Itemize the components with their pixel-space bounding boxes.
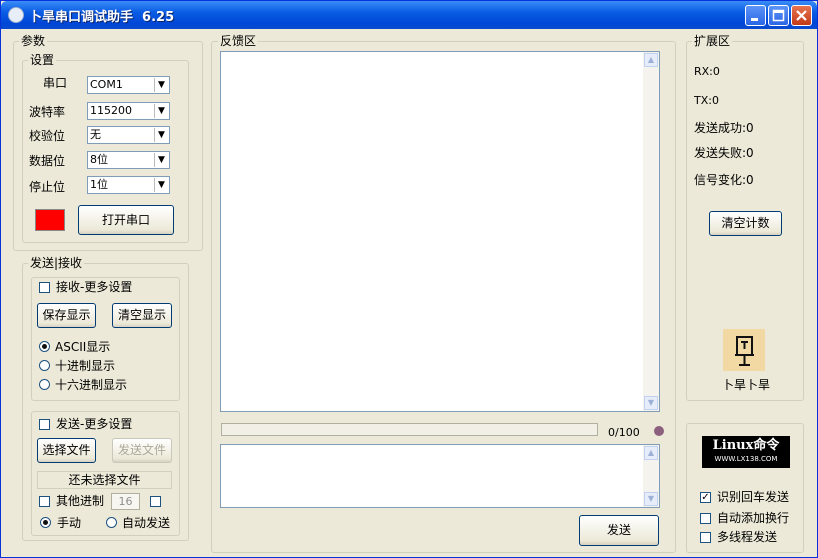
- recv-more-label: 接收-更多设置: [56, 280, 133, 294]
- app-icon[interactable]: [8, 7, 24, 23]
- file-status: 还未选择文件: [37, 471, 172, 489]
- other-radix-extra-checkbox[interactable]: [150, 496, 161, 507]
- app-logo-icon: [723, 329, 765, 371]
- save-display-button[interactable]: 保存显示: [37, 303, 96, 328]
- decimal-display-radio[interactable]: [39, 360, 50, 371]
- close-button[interactable]: [791, 5, 812, 26]
- auto-send-label: 自动发送: [122, 516, 171, 530]
- ascii-display-radio[interactable]: [39, 341, 50, 352]
- manual-send-label: 手动: [57, 516, 82, 530]
- baud-select[interactable]: 115200 ▼: [87, 102, 170, 120]
- banner-sub-text: WWW.LX138.COM: [714, 455, 778, 463]
- other-radix-label: 其他进制: [56, 494, 105, 508]
- multithread-label: 多线程发送: [717, 530, 778, 544]
- open-port-button[interactable]: 打开串口: [78, 205, 174, 235]
- scroll-down-icon[interactable]: ▼: [644, 396, 658, 410]
- port-status-indicator: [35, 209, 65, 231]
- signal-change-count: 信号变化:0: [694, 173, 754, 187]
- maximize-button[interactable]: [768, 5, 789, 26]
- title-bar[interactable]: 卜旱串口调试助手 6.25: [1, 1, 817, 29]
- close-icon: [796, 10, 807, 21]
- chevron-down-icon[interactable]: ▼: [154, 78, 168, 92]
- scroll-up-icon[interactable]: ▲: [644, 53, 658, 67]
- auto-send-radio[interactable]: [106, 517, 117, 528]
- chevron-down-icon[interactable]: ▼: [154, 178, 168, 192]
- params-group-label: 参数: [19, 34, 48, 48]
- chevron-down-icon[interactable]: ▼: [154, 153, 168, 167]
- ext-group-label: 扩展区: [692, 34, 733, 48]
- stopbits-label: 停止位: [29, 180, 66, 194]
- auto-newline-checkbox[interactable]: [700, 513, 711, 524]
- baud-value: 115200: [90, 104, 132, 117]
- multithread-checkbox[interactable]: [700, 532, 711, 543]
- send-textarea[interactable]: ▲ ▼: [220, 444, 660, 508]
- minimize-button[interactable]: [745, 5, 766, 26]
- receive-textarea[interactable]: ▲ ▼: [220, 51, 660, 412]
- chevron-down-icon[interactable]: ▼: [154, 128, 168, 142]
- tx-count: TX:0: [694, 94, 719, 107]
- cr-send-checkbox[interactable]: ✓: [700, 492, 711, 503]
- port-select[interactable]: COM1 ▼: [87, 76, 170, 94]
- send-file-button[interactable]: 发送文件: [112, 438, 172, 463]
- send-fail-count: 发送失败:0: [694, 146, 754, 160]
- activity-indicator: [654, 426, 664, 436]
- progress-bar: [221, 423, 598, 436]
- hex-display-radio[interactable]: [39, 379, 50, 390]
- recv-more-checkbox[interactable]: [39, 282, 50, 293]
- app-window: 卜旱串口调试助手 6.25 参数 设置 串口 COM1 ▼ 波特率 115200…: [0, 0, 818, 558]
- banner-main-text: Linux命令: [712, 438, 780, 453]
- other-radix-input[interactable]: 16: [111, 493, 140, 510]
- send-button[interactable]: 发送: [579, 515, 659, 546]
- logo-caption: 卜旱卜旱: [722, 378, 771, 392]
- stopbits-select[interactable]: 1位 ▼: [87, 176, 170, 194]
- clear-count-button[interactable]: 清空计数: [709, 211, 782, 236]
- cr-send-label: 识别回车发送: [717, 490, 790, 504]
- clear-display-button[interactable]: 清空显示: [112, 303, 172, 328]
- parity-select[interactable]: 无 ▼: [87, 126, 170, 144]
- hex-display-label: 十六进制显示: [55, 378, 128, 392]
- port-label: 串口: [43, 76, 68, 90]
- sendrecv-group-label: 发送|接收: [28, 256, 85, 270]
- linux-banner[interactable]: Linux命令 WWW.LX138.COM: [702, 436, 790, 468]
- logo-glyph-icon: [735, 336, 754, 366]
- send-success-count: 发送成功:0: [694, 121, 754, 135]
- parity-value: 无: [90, 128, 101, 141]
- send-more-checkbox[interactable]: [39, 419, 50, 430]
- port-value: COM1: [90, 78, 123, 91]
- manual-send-radio[interactable]: [40, 517, 51, 528]
- scroll-down-icon[interactable]: ▼: [644, 492, 658, 506]
- choose-file-button[interactable]: 选择文件: [37, 438, 96, 463]
- send-more-label: 发送-更多设置: [56, 417, 133, 431]
- maximize-icon: [772, 9, 785, 22]
- baud-label: 波特率: [29, 105, 66, 119]
- auto-newline-label: 自动添加换行: [717, 511, 790, 525]
- minimize-icon: [751, 18, 758, 21]
- ascii-display-label: ASCII显示: [55, 340, 111, 354]
- settings-group-label: 设置: [28, 53, 57, 67]
- receive-scrollbar[interactable]: ▲ ▼: [643, 52, 659, 411]
- scroll-up-icon[interactable]: ▲: [644, 446, 658, 460]
- other-radix-checkbox[interactable]: [39, 496, 50, 507]
- rx-count: RX:0: [694, 65, 720, 78]
- databits-value: 8位: [90, 153, 108, 166]
- feedback-group-label: 反馈区: [218, 34, 259, 48]
- parity-label: 校验位: [29, 129, 66, 143]
- decimal-display-label: 十进制显示: [55, 359, 116, 373]
- window-title: 卜旱串口调试助手 6.25: [29, 10, 175, 25]
- databits-label: 数据位: [29, 154, 66, 168]
- progress-text: 0/100: [608, 426, 640, 439]
- send-scrollbar[interactable]: ▲ ▼: [643, 445, 659, 507]
- databits-select[interactable]: 8位 ▼: [87, 151, 170, 169]
- chevron-down-icon[interactable]: ▼: [154, 104, 168, 118]
- stopbits-value: 1位: [90, 178, 108, 191]
